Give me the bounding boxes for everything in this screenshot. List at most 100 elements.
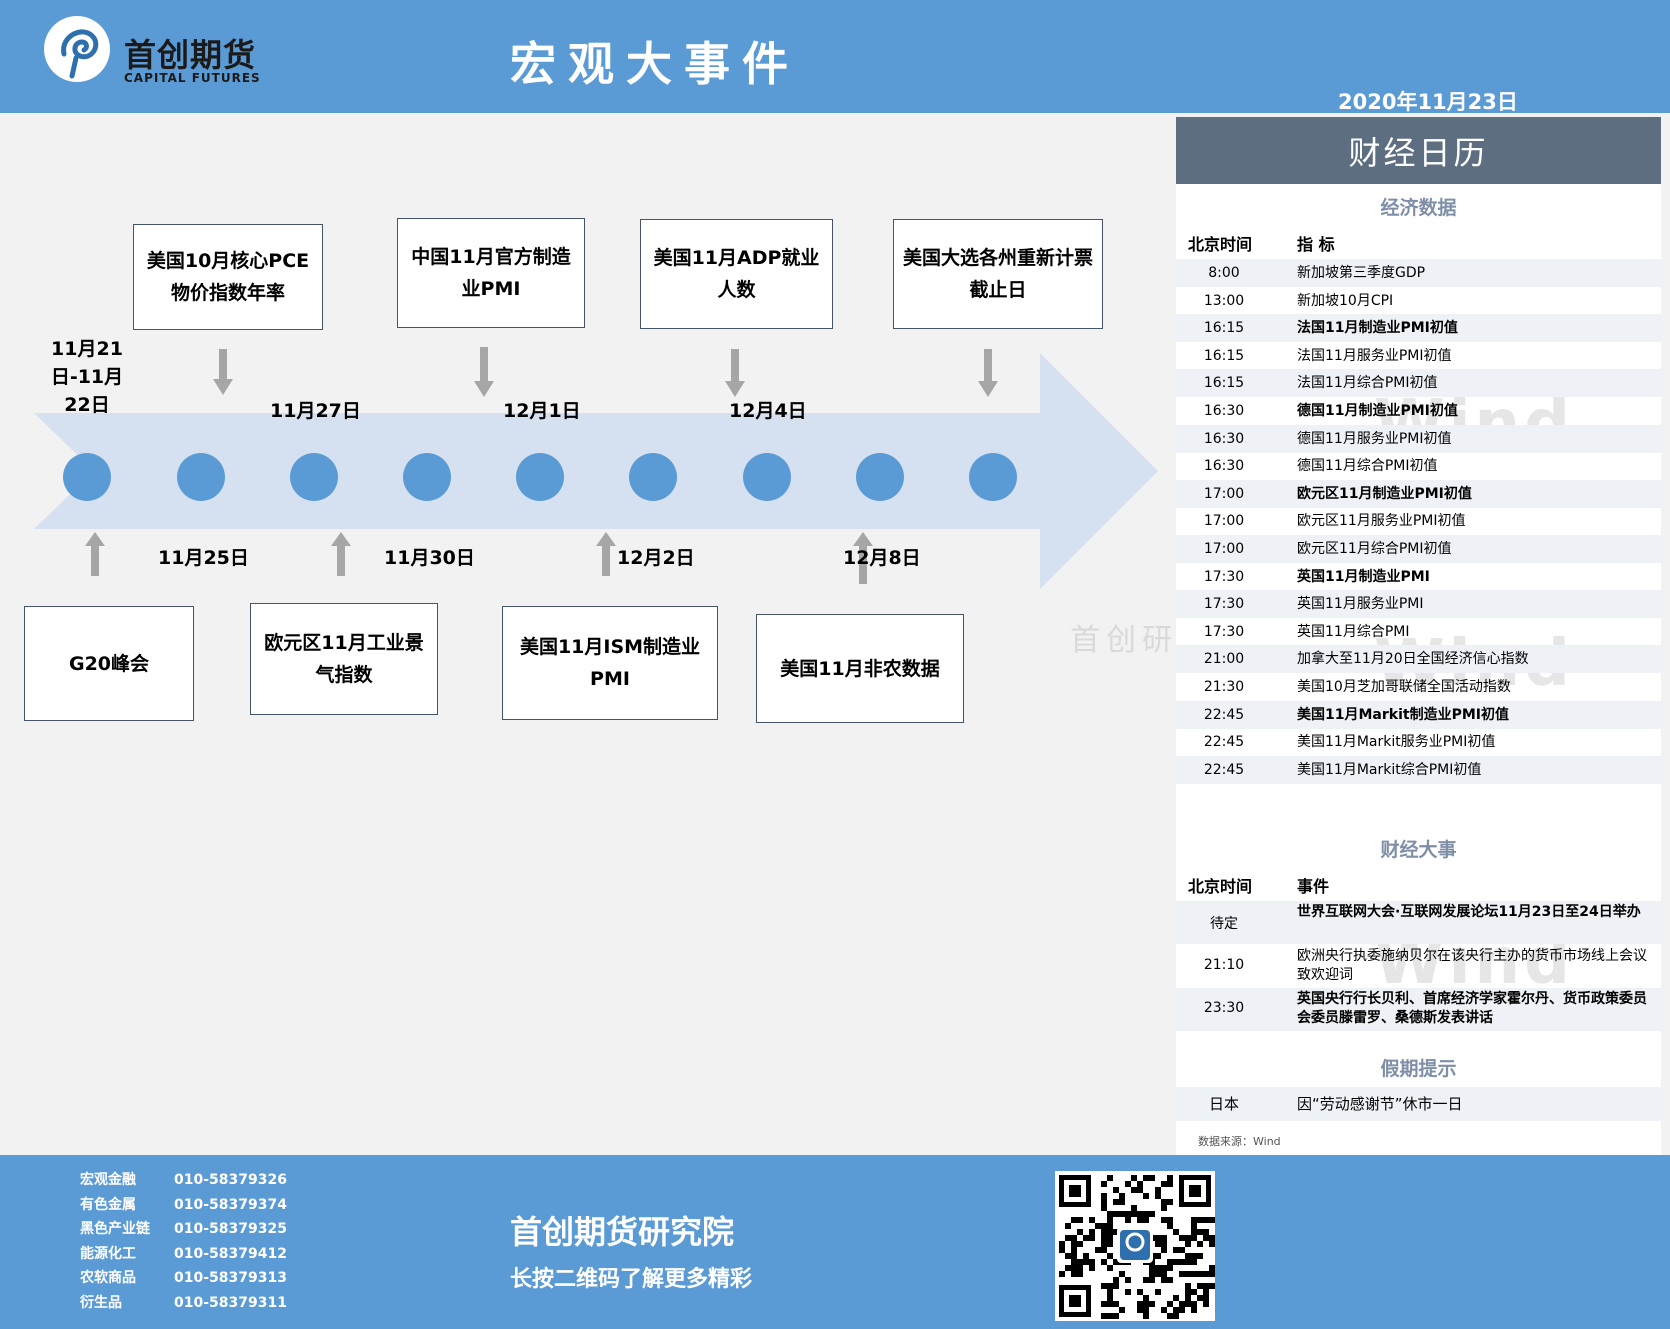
row-time: 17:30 (1203, 596, 1245, 613)
row-time: 17:00 (1203, 513, 1245, 530)
row-holiday: 因“劳动感谢节”休市一日 (1297, 1095, 1463, 1113)
row-time: 16:30 (1203, 430, 1245, 447)
econ-row: 13:00 新加坡10月CPI (1176, 287, 1661, 315)
row-indicator: 英国11月制造业PMI (1297, 568, 1430, 585)
qr-code-icon[interactable] (1055, 1171, 1215, 1321)
event-box-g20: G20峰会 (24, 606, 194, 721)
event-text: 美国10月核心PCE物价指数年率 (146, 250, 310, 304)
logo-text: 首创期货 (124, 36, 257, 74)
col-indicator: 指 标 (1297, 235, 1335, 254)
row-time: 16:15 (1203, 320, 1245, 337)
row-time: 22:45 (1203, 706, 1245, 723)
row-time: 23:30 (1203, 1000, 1245, 1016)
contact-category: 宏观金融 (80, 1172, 136, 1188)
capital-futures-logo-icon (44, 16, 110, 82)
row-indicator: 欧元区11月制造业PMI初值 (1297, 485, 1472, 502)
row-time: 17:00 (1203, 541, 1245, 557)
econ-row: 17:30 英国11月综合PMI (1176, 618, 1661, 646)
econ-row: 8:00 新加坡第三季度GDP (1176, 259, 1661, 287)
contact-line: 农软商品 010-58379313 (80, 1267, 287, 1287)
logo-subtext: CAPITAL FUTURES (124, 71, 261, 85)
event-text: 美国11月非农数据 (780, 657, 940, 680)
row-time: 16:15 (1203, 347, 1245, 364)
header-bar: 首创期货 CAPITAL FUTURES 宏观大事件 2020年11月23日 (0, 0, 1670, 114)
page-title: 宏观大事件 (510, 37, 800, 91)
econ-row: 16:30 德国11月制造业PMI初值 (1176, 397, 1661, 425)
row-time: 22:45 (1203, 761, 1245, 778)
contact-line: 能源化工 010-58379412 (80, 1243, 287, 1263)
row-indicator: 英国11月服务业PMI (1297, 596, 1424, 613)
timeline-dot (516, 453, 564, 501)
event-box-china-pmi: 中国11月官方制造业PMI (397, 218, 585, 328)
report-date: 2020年11月23日 (1338, 90, 1518, 114)
econ-row: 21:00 加拿大至11月20日全国经济信心指数 (1176, 645, 1661, 674)
row-indicator: 德国11月制造业PMI初值 (1297, 403, 1458, 419)
contact-phone: 010-58379412 (174, 1245, 287, 1262)
row-event: 英国央行行长贝利、首席经济学家霍尔丹、货币政策委员会委员滕雷罗、桑德斯发表讲话 (1297, 991, 1647, 1026)
event-text: G20峰会 (68, 652, 150, 675)
event-row: 待定 世界互联网大会·互联网发展论坛11月23日至24日举办 (1176, 901, 1661, 944)
contact-phone: 010-58379325 (174, 1221, 287, 1237)
row-time: 待定 (1210, 916, 1238, 932)
econ-row: 16:15 法国11月制造业PMI初值 (1176, 314, 1661, 343)
timeline-dot (969, 453, 1017, 501)
event-text: 中国11月官方制造业PMI (411, 246, 571, 300)
col-time: 北京时间 (1188, 235, 1253, 254)
col-event: 事件 (1297, 877, 1330, 896)
event-box-eurozone: 欧元区11月工业景气指数 (250, 603, 438, 715)
section-events: 财经大事 (1380, 839, 1457, 861)
row-indicator: 法国11月制造业PMI初值 (1297, 320, 1458, 337)
econ-row: 16:30 德国11月综合PMI初值 (1176, 452, 1661, 480)
timeline-dot (403, 453, 451, 501)
econ-row: 21:30 美国10月芝加哥联储全国活动指数 (1176, 673, 1661, 701)
event-text: 美国11月ADP就业人数 (653, 247, 820, 301)
row-time: 22:45 (1203, 734, 1245, 751)
row-time: 21:10 (1203, 957, 1245, 973)
timeline-dot (629, 453, 677, 501)
down-arrow-icon (474, 347, 494, 397)
row-time: 21:00 (1203, 651, 1245, 668)
events-table-header: 北京时间 事件 (1176, 867, 1661, 899)
row-event: 世界互联网大会·互联网发展论坛11月23日至24日举办 (1297, 904, 1641, 920)
row-indicator: 德国11月服务业PMI初值 (1297, 430, 1452, 447)
contact-line: 衍生品 010-58379311 (80, 1292, 287, 1312)
date-label: 11月27日 (270, 400, 361, 422)
econ-table-header: 北京时间 指 标 (1176, 225, 1661, 257)
row-indicator: 美国10月芝加哥联储全国活动指数 (1297, 679, 1511, 695)
econ-row: 17:00 欧元区11月服务业PMI初值 (1176, 507, 1661, 535)
timeline-dot (290, 453, 338, 501)
event-box-pce: 美国10月核心PCE物价指数年率 (133, 224, 323, 330)
econ-row: 17:30 英国11月制造业PMI (1176, 563, 1661, 591)
date-label: 11月25日 (158, 547, 249, 569)
timeline-dot (63, 453, 111, 501)
contact-phone: 010-58379311 (174, 1294, 287, 1311)
timeline-dot (743, 453, 791, 501)
row-indicator: 欧元区11月服务业PMI初值 (1297, 513, 1466, 530)
row-time: 16:30 (1203, 403, 1245, 419)
up-arrow-icon (85, 532, 105, 576)
watermark-text: 首创研 (1070, 623, 1178, 658)
up-arrow-icon (596, 532, 616, 576)
down-arrow-icon (725, 349, 745, 397)
contact-category: 农软商品 (80, 1270, 136, 1286)
timeline-dot (177, 453, 225, 501)
econ-row: 17:00 欧元区11月制造业PMI初值 (1176, 479, 1661, 508)
row-indicator: 加拿大至11月20日全国经济信心指数 (1297, 651, 1529, 668)
row-time: 21:30 (1203, 679, 1245, 695)
row-indicator: 欧元区11月综合PMI初值 (1297, 541, 1452, 557)
row-indicator: 美国11月Markit服务业PMI初值 (1297, 734, 1496, 751)
col-time: 北京时间 (1188, 877, 1253, 896)
date-label: 11月30日 (384, 547, 475, 569)
row-time: 16:15 (1203, 375, 1245, 392)
timeline-dots (63, 453, 1017, 501)
row-time: 17:30 (1203, 623, 1245, 640)
section-holiday: 假期提示 (1380, 1058, 1457, 1080)
econ-row: 22:45 美国11月Markit服务业PMI初值 (1176, 728, 1661, 756)
row-indicator: 美国11月Markit综合PMI初值 (1297, 761, 1482, 778)
row-time: 17:00 (1203, 485, 1245, 502)
contact-phone: 010-58379374 (174, 1196, 287, 1213)
event-row: 21:10 欧洲央行执委施纳贝尔在该央行主办的货币市场线上会议致欢迎词 (1176, 945, 1661, 988)
row-time: 8:00 (1208, 265, 1240, 281)
timeline-dot (856, 453, 904, 501)
row-indicator: 法国11月服务业PMI初值 (1297, 347, 1452, 364)
